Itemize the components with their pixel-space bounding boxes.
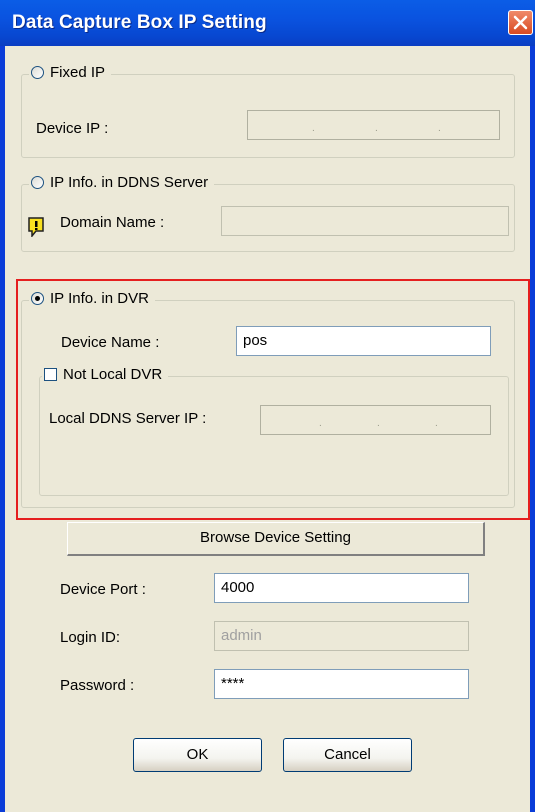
- domain-name-label: Domain Name :: [60, 214, 165, 231]
- ddns-option[interactable]: IP Info. in DDNS Server: [29, 174, 215, 191]
- device-ip-field[interactable]: . . .: [247, 110, 500, 140]
- close-button[interactable]: [508, 10, 533, 35]
- password-label: Password :: [60, 677, 135, 694]
- cancel-button[interactable]: Cancel: [283, 738, 412, 772]
- fixed-ip-label: Fixed IP: [50, 64, 106, 81]
- domain-name-input[interactable]: [221, 206, 509, 236]
- title-bar[interactable]: Data Capture Box IP Setting: [0, 0, 535, 46]
- ddns-radio[interactable]: [31, 176, 44, 189]
- device-port-label: Device Port :: [60, 581, 146, 598]
- device-ip-label: Device IP :: [36, 120, 109, 137]
- password-input[interactable]: ****: [214, 669, 469, 699]
- fixed-ip-option[interactable]: Fixed IP: [29, 64, 112, 81]
- browse-device-setting-button[interactable]: Browse Device Setting: [67, 522, 485, 556]
- login-id-label: Login ID:: [60, 629, 121, 646]
- fixed-ip-radio[interactable]: [31, 66, 44, 79]
- selection-highlight: [16, 279, 530, 520]
- ddns-label: IP Info. in DDNS Server: [50, 174, 209, 191]
- close-icon: [513, 15, 528, 30]
- device-port-input[interactable]: 4000: [214, 573, 469, 603]
- ok-button[interactable]: OK: [133, 738, 262, 772]
- dialog-window: Data Capture Box IP Setting Fixed IP Dev…: [0, 0, 535, 812]
- warning-icon: [28, 217, 44, 237]
- login-id-input[interactable]: admin: [214, 621, 469, 651]
- window-title: Data Capture Box IP Setting: [12, 12, 267, 33]
